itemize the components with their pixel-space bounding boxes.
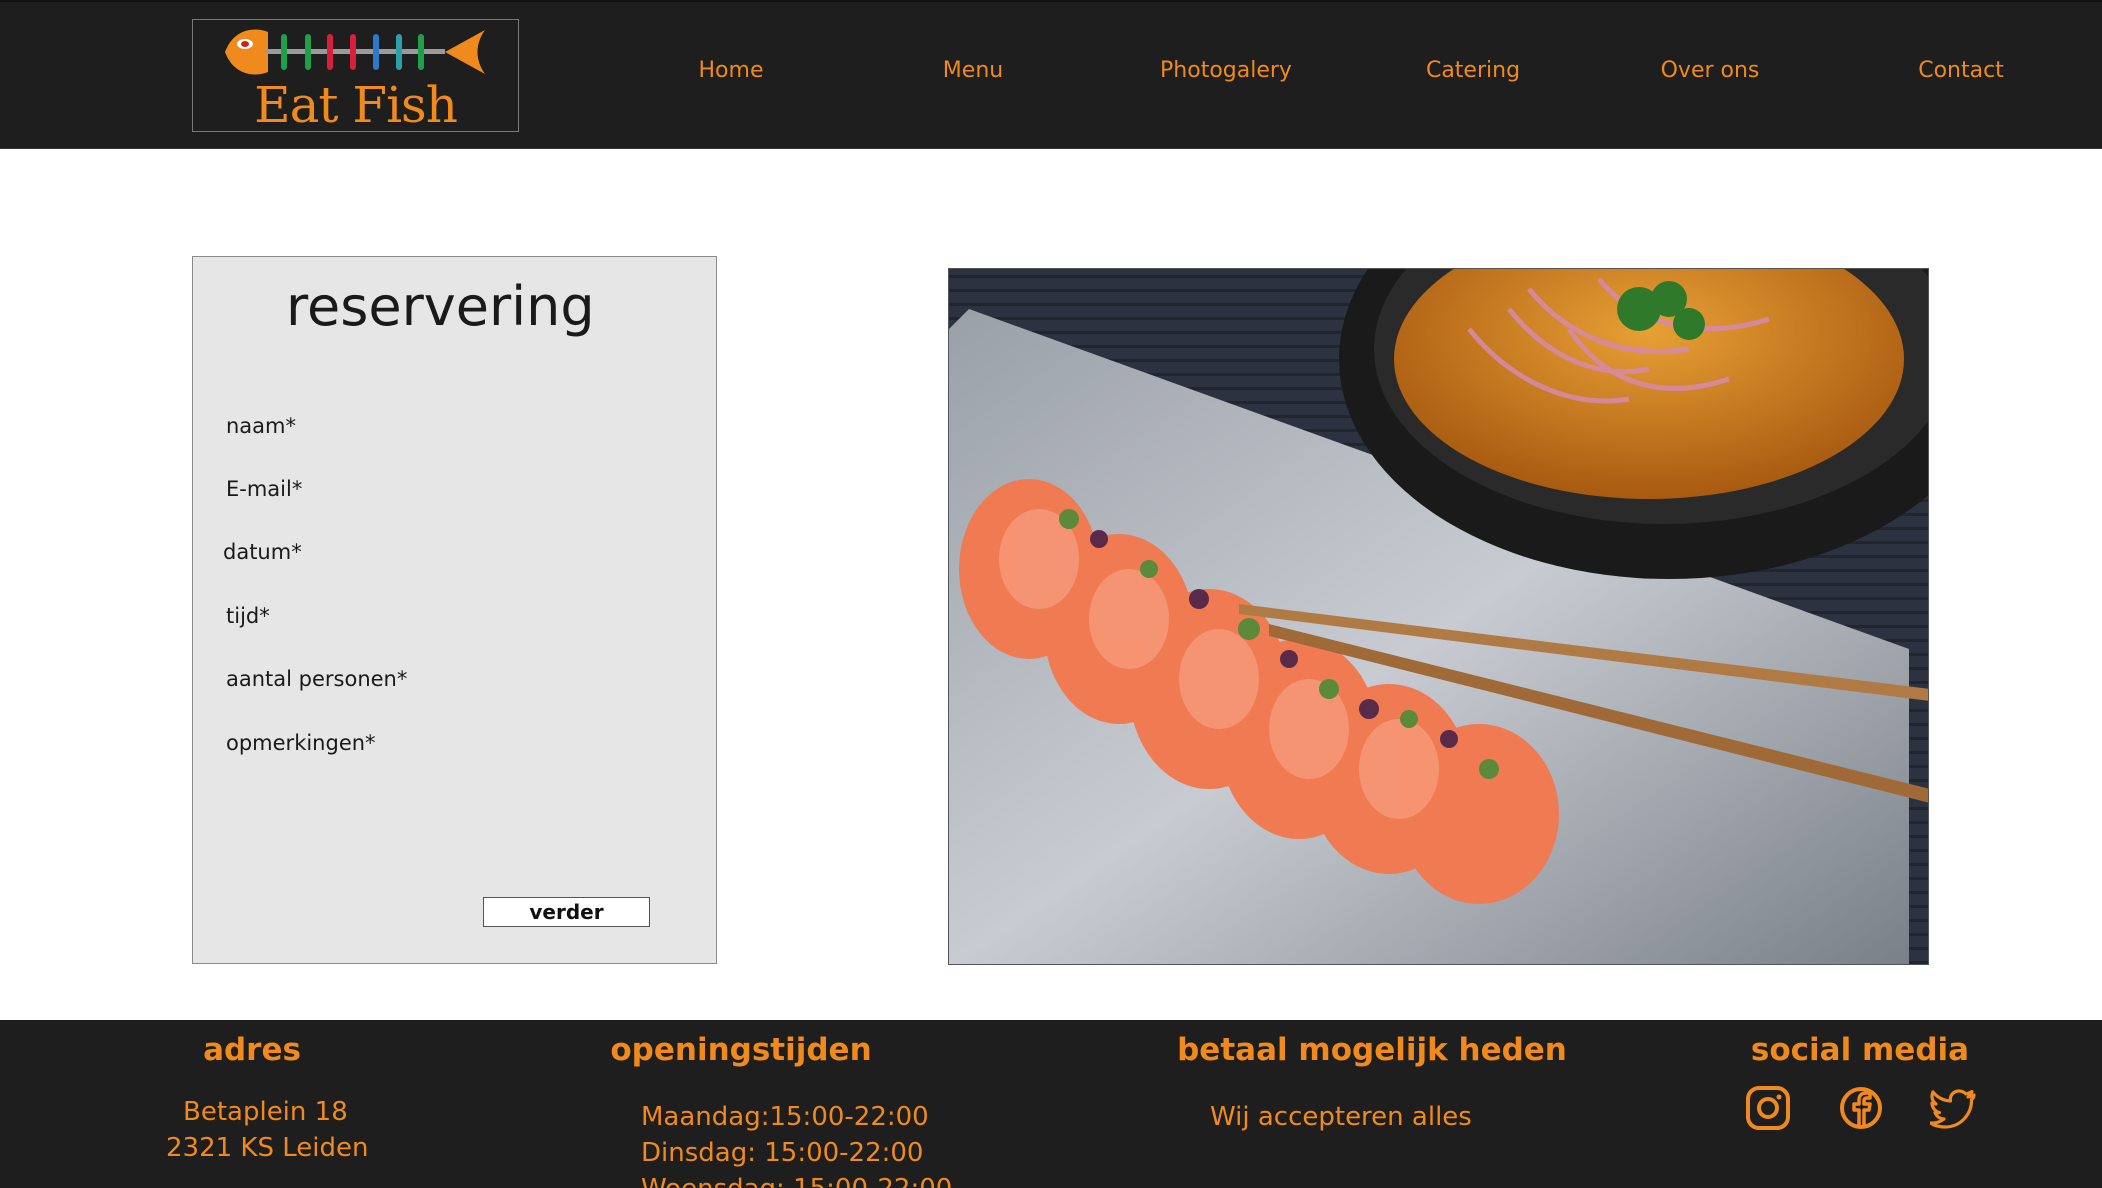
instagram-icon[interactable] <box>1744 1084 1792 1132</box>
field-opmerkingen[interactable]: opmerkingen* <box>226 731 376 755</box>
field-tijd[interactable]: tijd* <box>226 604 270 628</box>
field-aantal-personen[interactable]: aantal personen* <box>226 667 407 691</box>
food-photo <box>948 268 1929 965</box>
footer: adres Betaplein 18 2321 KS Leiden openin… <box>0 1020 2102 1188</box>
logo-text: Eat Fish <box>254 76 458 134</box>
fish-logo-icon <box>225 29 485 75</box>
nav-menu[interactable]: Menu <box>943 58 1003 83</box>
twitter-icon[interactable] <box>1930 1084 1978 1132</box>
nav-home[interactable]: Home <box>699 58 764 83</box>
address-heading: adres <box>203 1032 301 1068</box>
social-heading: social media <box>1750 1032 1970 1068</box>
nav-over-ons[interactable]: Over ons <box>1661 58 1760 83</box>
field-email[interactable]: E-mail* <box>226 477 302 501</box>
nav-photogalery[interactable]: Photogalery <box>1160 58 1292 83</box>
top-navbar: Eat Fish Home Menu Photogalery Catering … <box>0 0 2102 149</box>
nav-catering[interactable]: Catering <box>1426 58 1520 83</box>
hours-heading: openingstijden <box>610 1032 872 1068</box>
reservation-form: reservering naam* E-mail* datum* tijd* a… <box>192 256 717 964</box>
nav-contact[interactable]: Contact <box>1918 58 2004 83</box>
address-line2: 2321 KS Leiden <box>166 1133 369 1163</box>
field-datum[interactable]: datum* <box>223 540 302 564</box>
address-line1: Betaplein 18 <box>183 1097 348 1127</box>
hours-wednesday: Woensdag: 15:00-22:00 <box>641 1171 952 1188</box>
hours-tuesday: Dinsdag: 15:00-22:00 <box>641 1138 924 1168</box>
payment-heading: betaal mogelijk heden <box>1177 1032 1567 1068</box>
payment-text: Wij accepteren alles <box>1210 1102 1472 1132</box>
eat-fish-logo[interactable]: Eat Fish <box>192 19 519 134</box>
facebook-icon[interactable] <box>1837 1084 1885 1132</box>
verder-button[interactable]: verder <box>483 897 650 927</box>
hours-monday: Maandag:15:00-22:00 <box>641 1102 929 1132</box>
form-title: reservering <box>286 275 595 338</box>
field-naam[interactable]: naam* <box>226 414 296 438</box>
